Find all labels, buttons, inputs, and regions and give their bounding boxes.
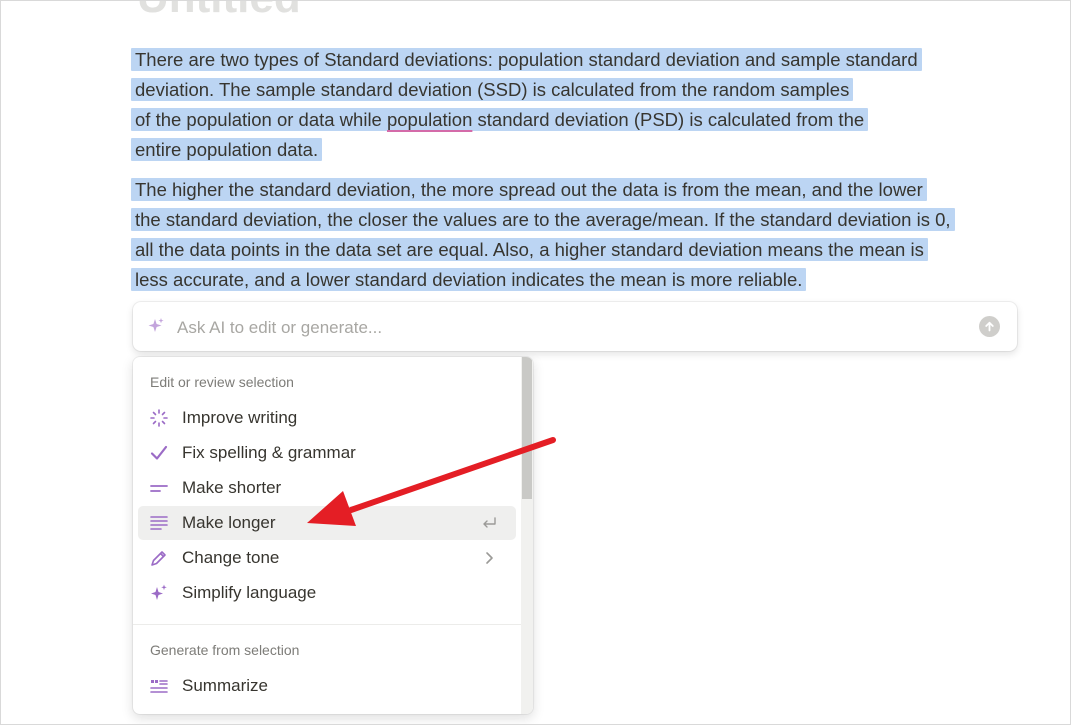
pen-icon bbox=[148, 548, 170, 568]
spellcheck-underline-word: population bbox=[386, 109, 473, 130]
ai-prompt-bar bbox=[133, 302, 1017, 351]
menu-item-improve-writing[interactable]: Improve writing bbox=[138, 401, 516, 435]
menu-item-label: Improve writing bbox=[182, 408, 298, 427]
text-line: all the data points in the data set are … bbox=[131, 235, 955, 265]
checkmark-icon bbox=[148, 443, 170, 463]
paragraph-standard-deviation-meaning[interactable]: The higher the standard deviation, the m… bbox=[131, 175, 955, 295]
long-lines-icon bbox=[148, 513, 170, 533]
menu-item-label: Make shorter bbox=[182, 478, 282, 497]
text-line: deviation. The sample standard deviation… bbox=[131, 75, 922, 105]
magic-wand-icon bbox=[148, 408, 170, 428]
text-line: of the population or data while populati… bbox=[131, 105, 922, 135]
section-label-generate: Generate from selection bbox=[150, 642, 300, 658]
text-line: the standard deviation, the closer the v… bbox=[131, 205, 955, 235]
text-line: The higher the standard deviation, the m… bbox=[131, 175, 955, 205]
page-title[interactable]: Untitled bbox=[137, 1, 301, 23]
menu-item-make-shorter[interactable]: Make shorter bbox=[138, 471, 516, 505]
sparkle-icon bbox=[148, 583, 170, 603]
text-line: less accurate, and a lower standard devi… bbox=[131, 265, 955, 295]
menu-item-label: Change tone bbox=[182, 548, 280, 567]
text-line: entire population data. bbox=[131, 135, 922, 165]
quote-lines-icon bbox=[148, 676, 170, 696]
notion-page: Untitled There are two types of Standard… bbox=[0, 0, 1071, 725]
menu-item-change-tone[interactable]: Change tone bbox=[138, 541, 516, 575]
text-line: There are two types of Standard deviatio… bbox=[131, 45, 922, 75]
menu-item-make-longer[interactable]: Make longer bbox=[138, 506, 516, 540]
menu-item-fix-spelling[interactable]: Fix spelling & grammar bbox=[138, 436, 516, 470]
menu-item-summarize[interactable]: Summarize bbox=[138, 669, 516, 703]
ai-prompt-input[interactable] bbox=[175, 312, 959, 344]
menu-scrollbar[interactable] bbox=[521, 357, 533, 714]
ai-action-menu: Edit or review selection Improve writing… bbox=[133, 357, 533, 714]
enter-icon bbox=[480, 514, 498, 532]
menu-item-label: Summarize bbox=[182, 676, 268, 695]
menu-item-label: Make longer bbox=[182, 513, 276, 532]
scrollbar-thumb[interactable] bbox=[522, 357, 532, 499]
menu-item-simplify-language[interactable]: Simplify language bbox=[138, 576, 516, 610]
chevron-right-icon bbox=[480, 549, 498, 567]
menu-item-label: Simplify language bbox=[182, 583, 317, 602]
menu-item-label: Fix spelling & grammar bbox=[182, 443, 356, 462]
submit-button[interactable] bbox=[979, 316, 1000, 337]
sparkle-icon bbox=[147, 317, 165, 335]
section-label-edit: Edit or review selection bbox=[150, 374, 294, 390]
paragraph-standard-deviation-types[interactable]: There are two types of Standard deviatio… bbox=[131, 45, 922, 165]
short-lines-icon bbox=[148, 478, 170, 498]
menu-divider bbox=[133, 624, 521, 625]
arrow-up-icon bbox=[985, 321, 994, 332]
